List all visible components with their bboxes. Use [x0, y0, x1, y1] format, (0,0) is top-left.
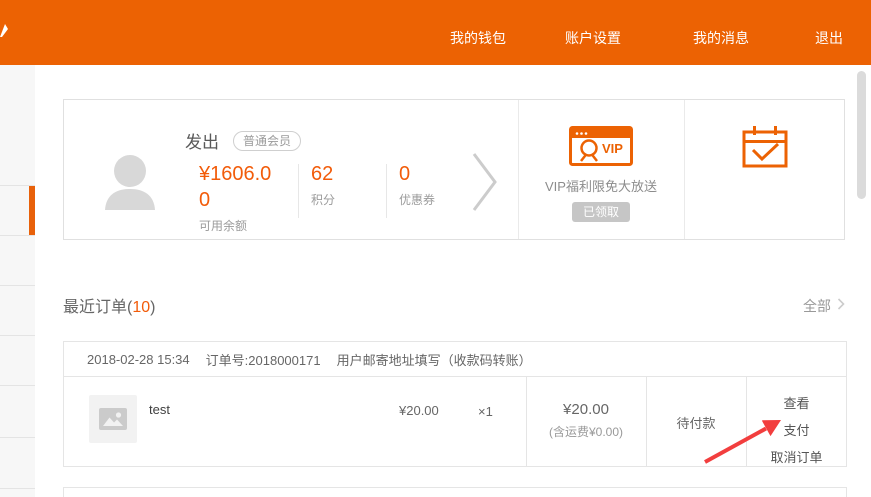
- nav-logout[interactable]: 退出: [815, 28, 843, 48]
- sidebar-divider: [0, 488, 35, 489]
- balance-value: ¥1606.00: [199, 161, 279, 213]
- vip-promo[interactable]: VIP VIP福利限免大放送 已领取: [518, 100, 684, 239]
- order-header: 2018-02-28 15:34 订单号:2018000171 用户邮寄地址填写…: [64, 342, 846, 377]
- scrollbar-thumb[interactable]: [857, 71, 866, 199]
- order-body: test ¥20.00 ×1 ¥20.00 (含运费¥0.00) 待付款 查看 …: [64, 377, 846, 466]
- order-total-cell: ¥20.00 (含运费¥0.00): [526, 377, 646, 440]
- coupons-stat[interactable]: 0 优惠券: [399, 161, 435, 208]
- nav-my-messages[interactable]: 我的消息: [693, 28, 749, 48]
- coupons-value: 0: [399, 161, 435, 187]
- sidebar-divider: [0, 437, 35, 438]
- points-stat[interactable]: 62 积分: [311, 161, 335, 208]
- cancel-order-link[interactable]: 取消订单: [746, 447, 847, 461]
- recent-orders-label: 最近订单(: [63, 299, 132, 316]
- image-placeholder-icon: [99, 408, 127, 430]
- sidebar-divider: [0, 335, 35, 336]
- product-quantity: ×1: [478, 404, 493, 419]
- sidebar-divider: [0, 385, 35, 386]
- profile-card: 发出 普通会员 ¥1606.00 可用余额 62 积分 0 优惠券: [63, 99, 845, 240]
- sidebar-active-indicator[interactable]: [29, 186, 35, 235]
- member-level-badge: 普通会员: [233, 131, 301, 151]
- sidebar-divider: [0, 235, 35, 236]
- chevron-right-icon[interactable]: [471, 151, 499, 213]
- pay-order-link[interactable]: 支付: [746, 420, 847, 434]
- card-divider: [684, 100, 685, 239]
- sidebar-divider: [0, 285, 35, 286]
- balance-label: 可用余额: [199, 217, 294, 234]
- product-price: ¥20.00: [399, 403, 439, 418]
- shipping-note: (含运费¥0.00): [526, 423, 646, 440]
- order-actions: 查看 支付 取消订单: [746, 377, 847, 474]
- nav-account-settings[interactable]: 账户设置: [565, 28, 621, 48]
- view-order-link[interactable]: 查看: [746, 393, 847, 407]
- stat-divider: [386, 164, 387, 218]
- claimed-badge: 已领取: [572, 202, 630, 222]
- calendar-check-icon[interactable]: [742, 124, 788, 168]
- stat-divider: [298, 164, 299, 218]
- next-order-card-partial: [63, 487, 847, 497]
- recent-orders-label-close: ): [150, 299, 155, 316]
- product-name[interactable]: test: [149, 402, 170, 417]
- points-value: 62: [311, 161, 335, 187]
- sidebar-menu[interactable]: [0, 65, 35, 497]
- chevron-right-icon: [837, 297, 845, 313]
- order-card: 2018-02-28 15:34 订单号:2018000171 用户邮寄地址填写…: [63, 341, 847, 467]
- view-all-orders-link[interactable]: 全部: [803, 296, 845, 316]
- order-status: 待付款: [646, 413, 746, 432]
- order-note: 用户邮寄地址填写（收款码转账）: [337, 350, 532, 369]
- account-dashboard-page: 我的钱包 账户设置 我的消息 退出 发出 普通会员 ¥1606.00 可用余额 …: [0, 0, 871, 497]
- nav-my-wallet[interactable]: 我的钱包: [450, 28, 506, 48]
- order-date: 2018-02-28 15:34: [87, 352, 190, 367]
- points-label: 积分: [311, 191, 335, 208]
- orders-count: 10: [132, 299, 150, 316]
- recent-orders-title: 最近订单(10): [63, 293, 155, 317]
- product-thumbnail[interactable]: [89, 395, 137, 443]
- balance-stat[interactable]: ¥1606.00 可用余额: [199, 161, 294, 234]
- order-number: 订单号:2018000171: [206, 350, 321, 369]
- vip-promo-title: VIP福利限免大放送: [518, 176, 684, 195]
- order-total: ¥20.00: [526, 401, 646, 418]
- vip-icon: VIP: [569, 126, 633, 166]
- avatar-icon[interactable]: [101, 152, 159, 210]
- coupons-label: 优惠券: [399, 191, 435, 208]
- top-navbar: 我的钱包 账户设置 我的消息 退出: [0, 0, 871, 65]
- svg-text:VIP: VIP: [602, 141, 623, 156]
- logo-icon: [0, 24, 10, 37]
- username: 发出: [185, 128, 219, 153]
